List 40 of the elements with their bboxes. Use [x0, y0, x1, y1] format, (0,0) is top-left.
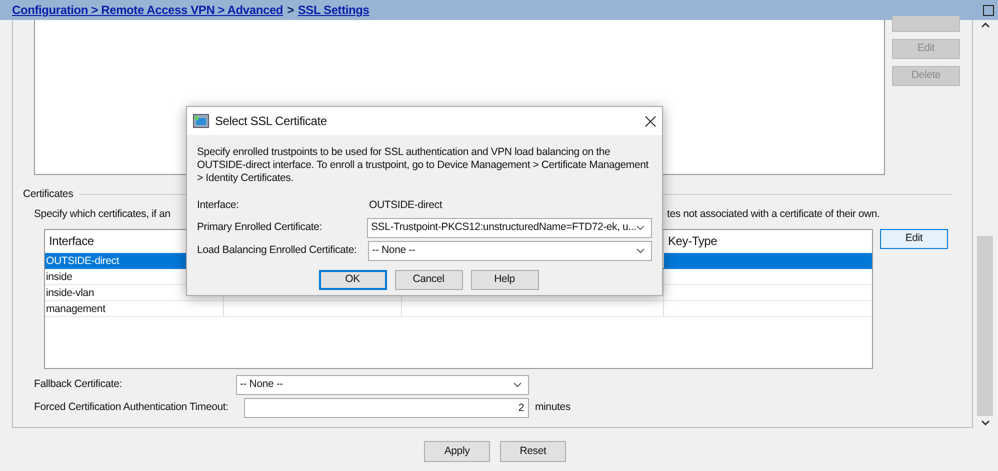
- timeout-unit: minutes: [535, 400, 570, 415]
- dropdown-caret-icon: [636, 225, 645, 231]
- breadcrumb-link[interactable]: Configuration > Remote Access VPN > Advanced: [12, 1, 284, 19]
- dialog-button[interactable]: Cancel: [394, 270, 462, 290]
- fallback-select[interactable]: -- None --: [236, 374, 529, 394]
- scroll-down-icon[interactable]: [980, 420, 990, 426]
- load-balancing-select[interactable]: -- None --: [368, 241, 652, 261]
- interface-cell-text: inside-vlan: [45, 286, 95, 300]
- dropdown-caret-icon: [513, 382, 522, 388]
- certificates-hint: tes not associated with a certificate of their own.: [667, 206, 880, 222]
- certificates-hint: Specify which certificates, if an: [34, 206, 172, 222]
- interface-cell-text: OUTSIDE-direct: [45, 254, 120, 268]
- dropdown-caret-icon: [636, 248, 645, 254]
- app-icon: [193, 114, 209, 128]
- close-icon[interactable]: [645, 116, 656, 126]
- footer-button[interactable]: Reset: [500, 441, 566, 462]
- timeout-label: Forced Certification Authentication Timeout:: [34, 400, 230, 415]
- load-balancing-label: Load Balancing Enrolled Certificate:: [197, 243, 358, 258]
- interface-cell-text: management: [45, 302, 106, 316]
- scroll-up-icon[interactable]: [980, 22, 990, 28]
- dialog-button[interactable]: Help: [470, 270, 538, 290]
- table-row[interactable]: management: [45, 300, 872, 316]
- dialog-button[interactable]: OK: [318, 270, 386, 290]
- maximize-icon[interactable]: [983, 4, 994, 16]
- timeout-field[interactable]: 2: [244, 398, 529, 418]
- dialog-title: Select SSL Certificate: [215, 113, 327, 130]
- breadcrumb-link[interactable]: SSL Settings: [298, 1, 370, 19]
- certificates-title: Certificates: [23, 187, 74, 202]
- footer-button[interactable]: Apply: [424, 441, 490, 462]
- interface-value: OUTSIDE-direct: [369, 198, 442, 214]
- interface-label: Interface:: [197, 198, 240, 214]
- primary-label: Primary Enrolled Certificate:: [197, 220, 323, 236]
- primary-select[interactable]: SSL-Trustpoint-PKCS12:unstructuredName=FTD72-ek, u...: [367, 218, 652, 238]
- fallback-label: Fallback Certificate:: [34, 376, 123, 392]
- interface-cell-text: inside: [45, 270, 74, 284]
- breadcrumb-separator: >: [287, 2, 294, 19]
- edit-button[interactable]: Edit: [880, 228, 948, 248]
- column-header: Interface: [49, 234, 94, 248]
- dialog-description: Specify enrolled trustpoints to be used for SSL authentication and VPN load balancing on the OUTSIDE-direct interface. To enroll a trustpoint, go to Device Management > Certificate Management > Identity Certificates.: [197, 146, 650, 185]
- scrollbar-thumb[interactable]: [977, 236, 993, 416]
